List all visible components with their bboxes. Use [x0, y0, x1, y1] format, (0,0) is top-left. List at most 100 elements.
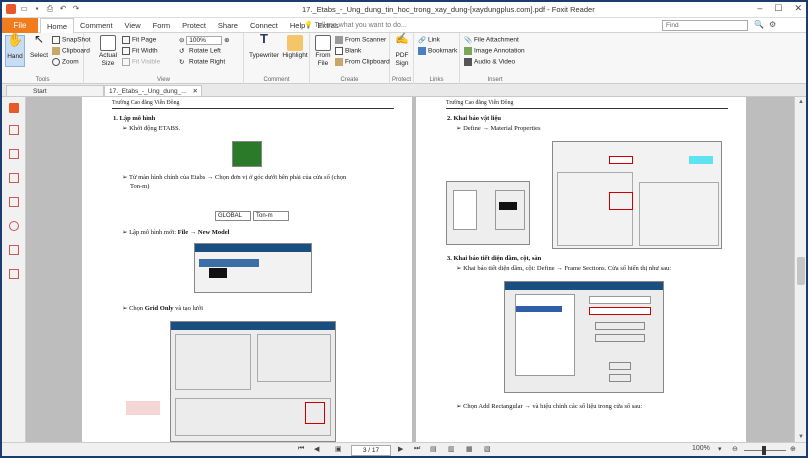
- file-menu[interactable]: File: [2, 18, 38, 33]
- left-navigation-panel: [2, 97, 26, 442]
- create-group-label: Create: [340, 77, 359, 83]
- tools-group-label: Tools: [35, 77, 50, 83]
- status-bar: ⏮ ◀ ▣ 3 / 17 ▶ ⏭ ▤ ▥ ▦ ▧ 100% ▾ ⊖ ⊕: [2, 442, 806, 456]
- scroll-down-icon[interactable]: ▼: [798, 434, 804, 440]
- cover-view-icon[interactable]: ▧: [484, 445, 491, 453]
- material-list-dialog-image: [446, 181, 530, 245]
- redo-icon[interactable]: ↷: [71, 4, 81, 14]
- zoom-in-icon[interactable]: ⊕: [224, 37, 229, 44]
- document-viewport[interactable]: Trường Cao đẳng Viễn Đông 1. Lập mô hình…: [26, 97, 794, 442]
- highlight-button[interactable]: Highlight: [282, 35, 308, 60]
- redacted-mark: [126, 401, 160, 415]
- print-icon[interactable]: ⎙: [45, 4, 55, 14]
- comment-group: T Typewriter Highlight Comment: [244, 32, 310, 84]
- close-icon[interactable]: ✕: [794, 3, 802, 14]
- fit-visible-icon: [122, 58, 130, 66]
- link-button[interactable]: 🔗 Link: [418, 36, 440, 44]
- comments-icon[interactable]: [9, 173, 19, 183]
- page-nav-icon[interactable]: ▣: [335, 445, 342, 453]
- fit-page-icon: [122, 36, 130, 44]
- fit-width-button[interactable]: Fit Width: [122, 47, 158, 55]
- audio-video-button[interactable]: Audio & Video: [464, 58, 515, 66]
- from-file-button[interactable]: From File: [313, 35, 333, 68]
- units-dropdown-global: GLOBAL: [215, 211, 251, 221]
- blank-button[interactable]: Blank: [335, 47, 361, 55]
- zoom-slider-thumb[interactable]: [762, 446, 766, 455]
- links-group: 🔗 Link Bookmark Links: [414, 33, 460, 84]
- link-icon: 🔗: [418, 37, 427, 44]
- menu-tab-form[interactable]: Form: [147, 18, 177, 34]
- status-zoom-out-icon[interactable]: ⊖: [732, 445, 738, 453]
- insert-group: 📎 File Attachment Image Annotation Audio …: [460, 33, 530, 84]
- material-properties-dialog-image: [552, 141, 722, 249]
- menu-tab-protect[interactable]: Protect: [176, 18, 212, 34]
- menu-tab-share[interactable]: Share: [212, 18, 244, 34]
- comment-group-label: Comment: [263, 77, 290, 83]
- last-page-icon[interactable]: ⏭: [414, 445, 420, 453]
- tab-start[interactable]: Start: [6, 85, 104, 97]
- pdf-sign-button[interactable]: ✍ PDF Sign: [391, 34, 413, 68]
- maximize-icon[interactable]: ☐: [774, 3, 782, 14]
- scroll-up-icon[interactable]: ▲: [798, 99, 804, 105]
- continuous-view-icon[interactable]: ▥: [448, 445, 455, 453]
- view-mode-icon[interactable]: ▤: [430, 445, 437, 453]
- signatures-icon[interactable]: [9, 245, 19, 255]
- security-icon[interactable]: [9, 269, 19, 279]
- facing-view-icon[interactable]: ▦: [466, 445, 473, 453]
- settings-icon[interactable]: ⚙: [769, 20, 776, 29]
- fit-page-button[interactable]: Fit Page: [122, 36, 156, 44]
- status-zoom-in-icon[interactable]: ⊕: [790, 445, 796, 453]
- tab-start-label: Start: [33, 88, 47, 95]
- menu-tab-home[interactable]: Home: [40, 18, 75, 34]
- undo-icon[interactable]: ↶: [58, 4, 68, 14]
- hand-button[interactable]: ✋ Hand: [5, 33, 25, 67]
- attachments-icon[interactable]: [9, 221, 19, 231]
- tab-document[interactable]: 17._Etabs_-_Ung_dung_... ✕: [104, 85, 202, 97]
- quick-access-toolbar: ▭ ▪ ⎙ ↶ ↷: [6, 4, 81, 14]
- fit-visible-button[interactable]: Fit Visible: [122, 58, 160, 66]
- rotate-right-icon: ↻: [179, 59, 185, 66]
- open-icon[interactable]: ▭: [19, 4, 29, 14]
- rotate-left-button[interactable]: ↺ Rotate Left: [179, 47, 221, 55]
- tell-me-text: Tell me what you want to do...: [314, 22, 407, 29]
- highlight-icon: [287, 35, 303, 51]
- rotate-right-button[interactable]: ↻ Rotate Right: [179, 58, 225, 66]
- new-model-menu-image: [194, 243, 312, 293]
- select-button[interactable]: ↖ Select: [28, 33, 50, 60]
- from-clipboard-button[interactable]: From Clipboard: [335, 58, 390, 66]
- zoom-out-icon[interactable]: ⊖: [179, 37, 184, 44]
- bookmarks-icon[interactable]: [9, 125, 19, 135]
- layers-icon[interactable]: [9, 197, 19, 207]
- minimize-icon[interactable]: –: [757, 3, 762, 14]
- from-scanner-button[interactable]: From Scanner: [335, 36, 386, 44]
- scrollbar-thumb[interactable]: [797, 257, 805, 285]
- zoom-value[interactable]: 100%: [186, 36, 223, 45]
- pages-icon[interactable]: [9, 149, 19, 159]
- typewriter-button[interactable]: T Typewriter: [248, 32, 280, 60]
- next-page-icon[interactable]: ▶: [398, 445, 403, 453]
- from-file-icon: [315, 35, 331, 51]
- find-input[interactable]: Find: [662, 20, 748, 31]
- search-icon[interactable]: 🔍: [754, 20, 764, 29]
- tell-me-box[interactable]: 💡 Tell me what you want to do...: [304, 21, 407, 29]
- menu-tab-comment[interactable]: Comment: [74, 18, 119, 34]
- file-attachment-button[interactable]: 📎 File Attachment: [464, 36, 519, 44]
- image-annotation-button[interactable]: Image Annotation: [464, 47, 525, 55]
- blank-page-icon: [335, 47, 343, 55]
- zoom-select[interactable]: ⊖ 100% ⊕: [179, 36, 230, 45]
- zoom-level-display[interactable]: 100%: [692, 445, 710, 452]
- first-page-icon[interactable]: ⏮: [298, 445, 304, 453]
- bookmark-button[interactable]: Bookmark: [418, 47, 457, 55]
- actual-size-button[interactable]: Actual Size: [94, 35, 122, 68]
- toggle-panel-icon[interactable]: [9, 103, 19, 113]
- save-icon[interactable]: ▪: [32, 4, 42, 14]
- zoom-dropdown-icon[interactable]: ▾: [718, 445, 722, 453]
- zoom-button[interactable]: Zoom: [52, 58, 79, 66]
- bullet-new-model: ➢ Lập mô hình mới: File → New Model: [122, 229, 230, 236]
- links-group-label: Links: [429, 77, 444, 83]
- vertical-scrollbar[interactable]: ▲ ▼: [794, 97, 806, 442]
- paperclip-icon: 📎: [464, 37, 473, 44]
- prev-page-icon[interactable]: ◀: [314, 445, 319, 453]
- menu-tab-view[interactable]: View: [119, 18, 147, 34]
- page-number-input[interactable]: 3 / 17: [351, 445, 391, 456]
